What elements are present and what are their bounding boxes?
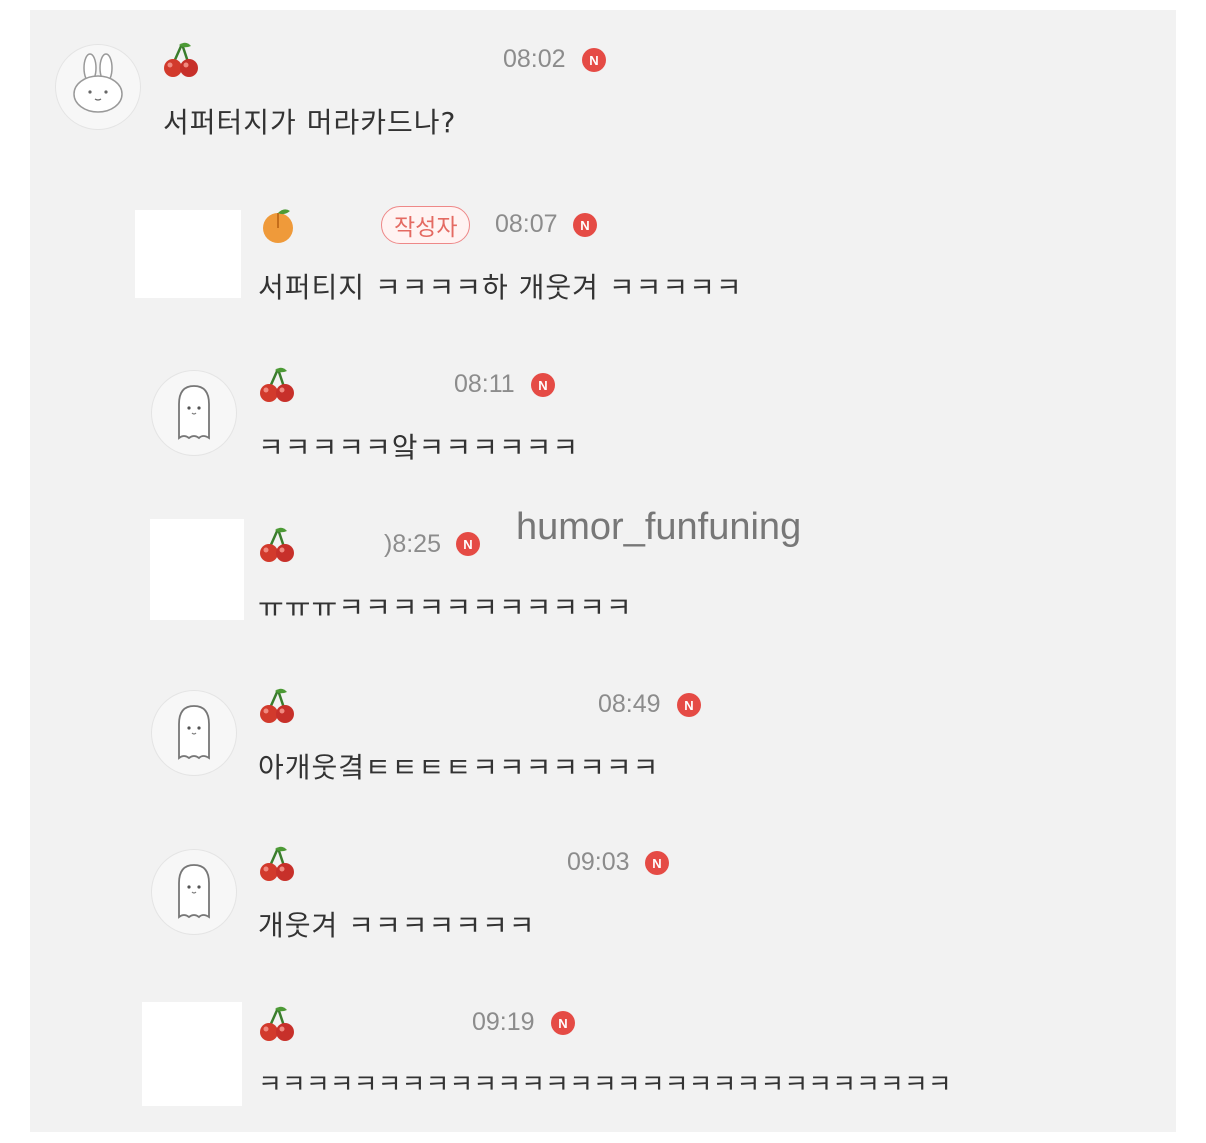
comment-time: 08:11 (454, 370, 515, 398)
blank-avatar[interactable] (150, 519, 244, 620)
blank-avatar[interactable] (142, 1002, 242, 1106)
ghost-avatar[interactable] (151, 690, 237, 776)
new-badge: N (531, 373, 555, 397)
comment-text: 개웃겨 ㅋㅋㅋㅋㅋㅋㅋ (258, 909, 536, 942)
cherry-icon[interactable] (258, 1004, 298, 1044)
new-badge: N (551, 1011, 575, 1035)
rabbit-avatar[interactable] (55, 44, 141, 130)
comment-text: ㅠㅠㅠㅋㅋㅋㅋㅋㅋㅋㅋㅋㅋㅋ (258, 591, 633, 624)
comment-time: )8:25 (384, 530, 441, 558)
cherry-icon[interactable] (258, 525, 298, 565)
ghost-avatar[interactable] (151, 849, 237, 935)
comment-text: 아개웃곀ㅌㅌㅌㅌㅋㅋㅋㅋㅋㅋㅋ (258, 751, 660, 784)
new-badge: N (573, 213, 597, 237)
comment-time: 08:49 (598, 690, 661, 718)
comment-text: ㅋㅋㅋㅋㅋ앜ㅋㅋㅋㅋㅋㅋ (258, 431, 580, 464)
author-badge: 작성자 (381, 206, 471, 244)
new-badge: N (456, 532, 480, 556)
comment-text: 서퍼티지 ㅋㅋㅋㅋ하 개웃겨 ㅋㅋㅋㅋㅋ (258, 271, 743, 304)
new-badge: N (677, 693, 701, 717)
comment-text: 서퍼터지가 머라카드나? (163, 106, 457, 139)
new-badge: N (645, 851, 669, 875)
cherry-icon[interactable] (258, 844, 298, 884)
new-badge: N (582, 48, 606, 72)
ghost-icon (159, 698, 229, 768)
comment-time: 08:02 (503, 45, 566, 73)
comment-text: ㅋㅋㅋㅋㅋㅋㅋㅋㅋㅋㅋㅋㅋㅋㅋㅋㅋㅋㅋㅋㅋㅋㅋㅋㅋㅋㅋㅋㅋ (258, 1070, 952, 1100)
cherry-icon[interactable] (258, 686, 298, 726)
ghost-icon (159, 857, 229, 927)
cherry-icon[interactable] (258, 365, 298, 405)
rabbit-icon (63, 52, 133, 122)
comment-time: 08:07 (495, 210, 558, 238)
cherry-icon[interactable] (162, 40, 202, 80)
ghost-icon (159, 378, 229, 448)
comment-time: 09:03 (567, 848, 630, 876)
ghost-avatar[interactable] (151, 370, 237, 456)
orange-icon[interactable] (258, 205, 298, 245)
blank-avatar[interactable] (135, 210, 241, 298)
watermark-text: humor_funfuning (516, 506, 802, 548)
comment-time: 09:19 (472, 1008, 535, 1036)
